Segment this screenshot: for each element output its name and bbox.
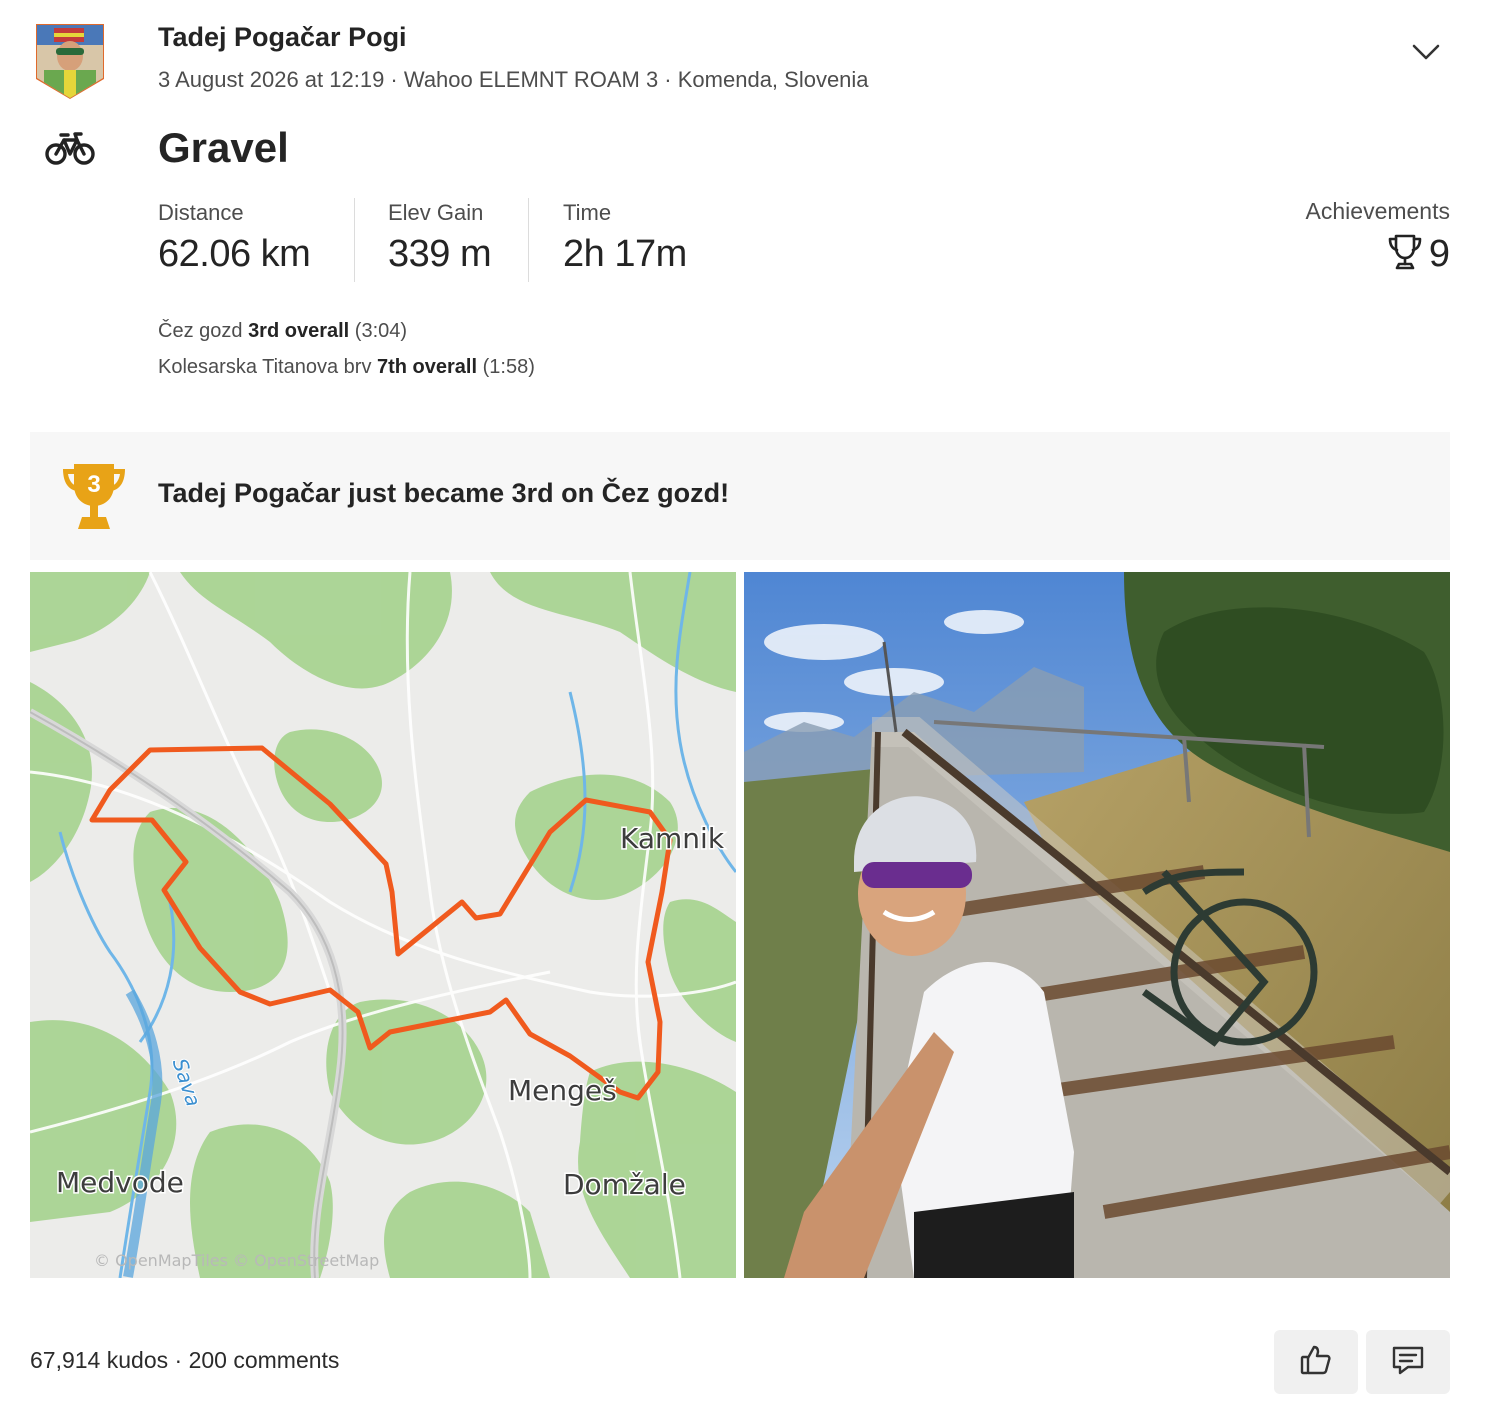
stat-value-time: 2h 17m xyxy=(563,233,687,275)
comments-count[interactable]: 200 comments xyxy=(189,1347,340,1373)
segment-effort[interactable]: Kolesarska Titanova brv 7th overall (1:5… xyxy=(158,356,535,379)
bike-icon xyxy=(44,128,96,168)
segment-time: (1:58) xyxy=(482,356,535,378)
segment-name: Kolesarska Titanova brv xyxy=(158,356,372,378)
stat-divider xyxy=(528,198,529,282)
stat-label-time: Time xyxy=(563,200,612,225)
athlete-avatar[interactable] xyxy=(34,22,106,100)
activity-date: 3 August 2026 at 12:19 xyxy=(158,67,385,92)
chevron-down-icon[interactable] xyxy=(1406,34,1446,70)
segment-name: Čez gozd xyxy=(158,320,243,342)
social-counts[interactable]: 67,914 kudos · 200 comments xyxy=(30,1347,339,1374)
kudos-button[interactable] xyxy=(1274,1330,1358,1394)
segment-time: (3:04) xyxy=(354,320,408,342)
map-attribution[interactable]: © OpenMapTiles © OpenStreetMap xyxy=(94,1251,379,1270)
activity-location: Komenda, Slovenia xyxy=(677,67,869,92)
comment-icon xyxy=(1390,1343,1426,1382)
achievements-label: Achievements xyxy=(1305,198,1450,224)
activity-device: Wahoo ELEMNT ROAM 3 xyxy=(403,67,659,92)
trophy-rank: 3 xyxy=(87,471,100,498)
segment-effort[interactable]: Čez gozd 3rd overall (3:04) xyxy=(158,320,407,343)
stat-divider xyxy=(354,198,355,282)
comment-button[interactable] xyxy=(1366,1330,1450,1394)
gold-trophy-icon: 3 xyxy=(60,461,128,531)
activity-meta: 3 August 2026 at 12:19 · Wahoo ELEMNT RO… xyxy=(158,67,869,93)
activity-title[interactable]: Gravel xyxy=(158,124,289,172)
map-label-medvode: Medvode xyxy=(56,1166,184,1199)
meta-separator: · xyxy=(384,67,404,92)
map-label-menges: Mengeš xyxy=(508,1074,617,1107)
meta-separator: · xyxy=(658,67,678,92)
trophy-icon xyxy=(1387,233,1423,276)
activity-photo[interactable] xyxy=(744,572,1450,1278)
map-label-kamnik: Kamnik xyxy=(620,822,725,855)
thumbs-up-icon xyxy=(1299,1343,1333,1382)
kudos-count[interactable]: 67,914 kudos xyxy=(30,1347,168,1373)
achievements-number: 9 xyxy=(1428,232,1450,275)
achievement-message: Tadej Pogačar just became 3rd on Čez goz… xyxy=(158,478,730,508)
achievements-count[interactable]: 9 xyxy=(1387,232,1450,276)
athlete-name[interactable]: Tadej Pogačar Pogi xyxy=(158,22,407,53)
segment-rank: 7th overall xyxy=(377,356,478,378)
social-separator: · xyxy=(168,1347,189,1373)
segment-rank: 3rd overall xyxy=(248,320,350,342)
stat-label-distance: Distance xyxy=(158,200,244,225)
stat-label-elev-gain: Elev Gain xyxy=(388,200,484,225)
route-map[interactable]: Kamnik Mengeš Domžale Medvode Sava © Ope… xyxy=(30,572,736,1278)
map-label-domzale: Domžale xyxy=(563,1168,686,1201)
stat-value-elev-gain: 339 m xyxy=(388,233,492,275)
stat-value-distance: 62.06 km xyxy=(158,233,311,275)
